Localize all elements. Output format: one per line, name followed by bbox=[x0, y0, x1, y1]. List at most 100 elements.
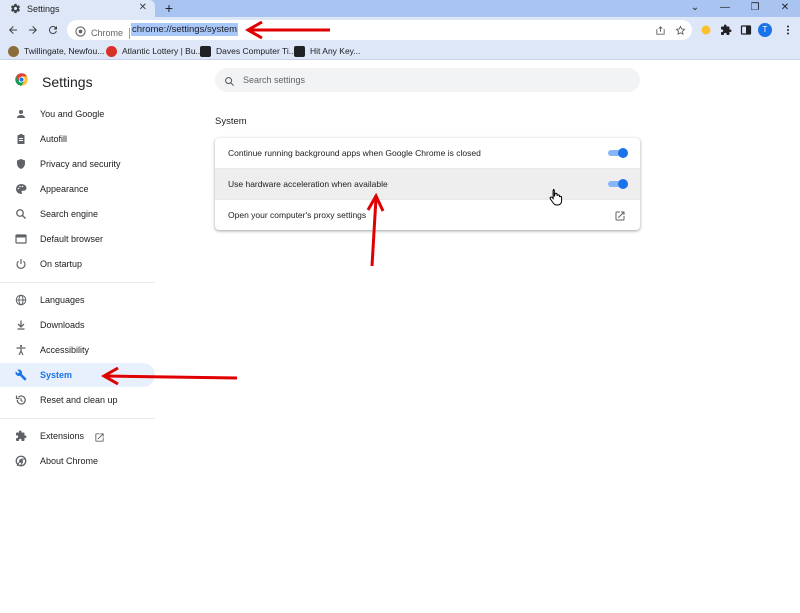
new-tab-button[interactable]: + bbox=[162, 0, 176, 17]
bookmark-label: Atlantic Lottery | Bu... bbox=[122, 46, 203, 56]
puzzle-icon bbox=[14, 429, 28, 443]
bookmark-label: Twillingate, Newfou... bbox=[24, 46, 105, 56]
search-icon bbox=[14, 207, 28, 221]
minimize-button[interactable]: — bbox=[710, 0, 740, 17]
site-info-chip[interactable]: Chrome bbox=[75, 24, 131, 42]
forward-button[interactable] bbox=[25, 22, 41, 38]
section-title: System bbox=[215, 116, 247, 127]
favicon-icon bbox=[200, 45, 211, 57]
system-settings-card: Continue running background apps when Go… bbox=[215, 138, 640, 230]
tab-settings[interactable]: Settings ✕ bbox=[0, 0, 155, 17]
background-apps-toggle[interactable] bbox=[608, 148, 628, 158]
history-icon bbox=[14, 393, 28, 407]
chrome-icon bbox=[75, 24, 86, 42]
sidebar-divider bbox=[0, 282, 155, 283]
settings-page: Settings You and Google Autofill Privacy… bbox=[0, 60, 800, 613]
globe-icon bbox=[14, 293, 28, 307]
sidebar-item-default-browser[interactable]: Default browser bbox=[0, 227, 155, 251]
bookmark-item[interactable]: Hit Any Key... bbox=[294, 45, 360, 57]
favicon-icon bbox=[8, 45, 19, 57]
sidebar-item-accessibility[interactable]: Accessibility bbox=[0, 338, 155, 362]
sidebar-item-about-chrome[interactable]: About Chrome bbox=[0, 449, 155, 473]
menu-icon[interactable] bbox=[780, 22, 796, 38]
sidebar-item-languages[interactable]: Languages bbox=[0, 288, 155, 312]
sidebar-item-label: Appearance bbox=[40, 184, 89, 194]
restore-button[interactable]: ❐ bbox=[740, 0, 770, 17]
chevron-down-icon[interactable]: ⌄ bbox=[680, 0, 710, 17]
row-label: Open your computer's proxy settings bbox=[228, 210, 367, 220]
wrench-icon bbox=[14, 368, 28, 382]
sidebar-item-appearance[interactable]: Appearance bbox=[0, 177, 155, 201]
profile-avatar[interactable]: T bbox=[758, 23, 772, 37]
sidebar-item-label: Autofill bbox=[40, 134, 68, 144]
search-input[interactable] bbox=[243, 68, 623, 92]
sidebar-item-label: Reset and clean up bbox=[40, 395, 118, 405]
sidebar-item-label: Languages bbox=[40, 295, 85, 305]
sidebar-item-label: Privacy and security bbox=[40, 159, 121, 169]
chrome-logo-icon bbox=[14, 72, 29, 92]
bookmarks-bar: Twillingate, Newfou... Atlantic Lottery … bbox=[0, 43, 800, 60]
sidebar-item-reset-and-clean-up[interactable]: Reset and clean up bbox=[0, 388, 155, 412]
search-icon bbox=[224, 74, 235, 92]
chip-label: Chrome bbox=[91, 28, 124, 38]
sidebar-item-search-engine[interactable]: Search engine bbox=[0, 202, 155, 226]
settings-search[interactable] bbox=[215, 68, 640, 92]
sidebar-item-extensions[interactable]: Extensions bbox=[0, 424, 155, 448]
sidebar-item-label: On startup bbox=[40, 259, 83, 269]
close-window-button[interactable]: ✕ bbox=[770, 0, 800, 17]
gear-icon bbox=[10, 3, 21, 14]
sidebar-item-you-and-google[interactable]: You and Google bbox=[0, 102, 155, 126]
reload-button[interactable] bbox=[45, 22, 61, 38]
tab-strip: Settings ✕ + ⌄ — ❐ ✕ bbox=[0, 0, 800, 17]
url-text[interactable]: chrome://settings/system bbox=[131, 23, 239, 36]
sidebar-item-autofill[interactable]: Autofill bbox=[0, 127, 155, 151]
sidebar-item-label: Extensions bbox=[40, 431, 85, 441]
tab-title: Settings bbox=[27, 3, 60, 14]
close-tab-icon[interactable]: ✕ bbox=[139, 2, 147, 13]
shield-icon bbox=[14, 157, 28, 171]
person-icon bbox=[14, 107, 28, 121]
puzzle-icon[interactable] bbox=[718, 22, 734, 38]
sidebar-item-system[interactable]: System bbox=[0, 363, 155, 387]
sidebar-item-label: Accessibility bbox=[40, 345, 90, 355]
settings-header: Settings bbox=[14, 72, 93, 92]
share-icon[interactable] bbox=[653, 23, 667, 37]
sidebar-item-label: System bbox=[40, 370, 73, 380]
proxy-settings-row[interactable]: Open your computer's proxy settings bbox=[215, 200, 640, 230]
omnibox[interactable]: Chrome chrome://settings/system bbox=[67, 20, 692, 40]
favicon-icon bbox=[294, 45, 305, 57]
extension-status-icon[interactable] bbox=[698, 22, 714, 38]
back-button[interactable] bbox=[5, 22, 21, 38]
download-icon bbox=[14, 318, 28, 332]
chrome-window: Settings ✕ + ⌄ — ❐ ✕ Chrome chrome://set… bbox=[0, 0, 800, 613]
bookmark-label: Daves Computer Ti... bbox=[216, 46, 296, 56]
sidebar-item-label: Downloads bbox=[40, 320, 85, 330]
sidebar-item-label: You and Google bbox=[40, 109, 105, 119]
hardware-acceleration-row[interactable]: Use hardware acceleration when available bbox=[215, 169, 640, 199]
sidebar-item-on-startup[interactable]: On startup bbox=[0, 252, 155, 276]
toggle-knob bbox=[618, 179, 628, 189]
power-icon bbox=[14, 257, 28, 271]
hardware-acceleration-toggle[interactable] bbox=[608, 179, 628, 189]
bookmark-item[interactable]: Daves Computer Ti... bbox=[200, 45, 296, 57]
clipboard-icon bbox=[14, 132, 28, 146]
page-title: Settings bbox=[42, 74, 93, 90]
sidebar-item-privacy-and-security[interactable]: Privacy and security bbox=[0, 152, 155, 176]
open-in-new-icon[interactable] bbox=[614, 209, 626, 221]
sidebar-divider bbox=[0, 418, 155, 419]
star-icon[interactable] bbox=[673, 23, 687, 37]
hand-cursor-icon bbox=[549, 189, 563, 206]
bookmark-item[interactable]: Twillingate, Newfou... bbox=[8, 45, 104, 57]
browser-icon bbox=[14, 232, 28, 246]
background-apps-row[interactable]: Continue running background apps when Go… bbox=[215, 138, 640, 168]
palette-icon bbox=[14, 182, 28, 196]
sidebar-item-downloads[interactable]: Downloads bbox=[0, 313, 155, 337]
side-panel-icon[interactable] bbox=[738, 22, 754, 38]
sidebar-item-label: Search engine bbox=[40, 209, 99, 219]
bookmark-label: Hit Any Key... bbox=[310, 46, 361, 56]
accessibility-icon bbox=[14, 343, 28, 357]
row-label: Continue running background apps when Go… bbox=[228, 148, 481, 158]
favicon-icon bbox=[106, 45, 117, 57]
bookmark-item[interactable]: Atlantic Lottery | Bu... bbox=[106, 45, 203, 57]
chrome-icon bbox=[14, 454, 28, 468]
